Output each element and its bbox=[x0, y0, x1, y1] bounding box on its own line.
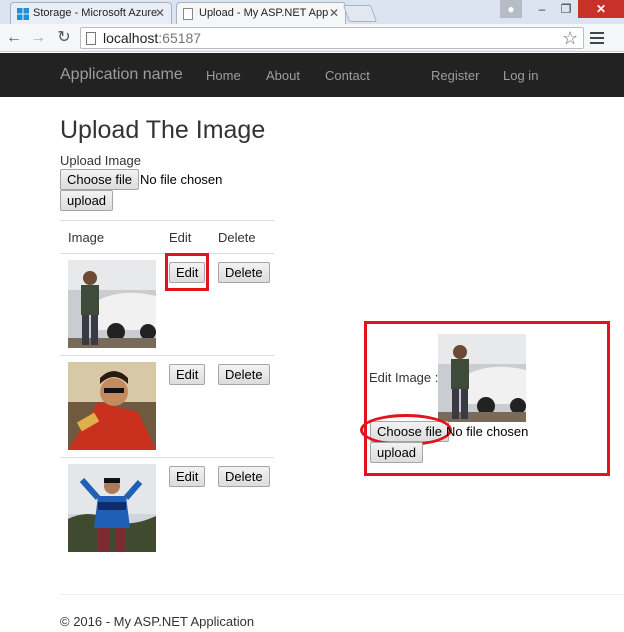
page-title: Upload The Image bbox=[60, 116, 266, 144]
no-file-chosen-text: No file chosen bbox=[140, 172, 223, 187]
edit-button-row-3[interactable]: Edit bbox=[169, 466, 206, 487]
minimize-button[interactable]: – bbox=[530, 0, 554, 18]
tab-close-icon[interactable]: ✕ bbox=[155, 6, 165, 20]
edit-panel-image bbox=[438, 334, 526, 422]
upload-button[interactable]: upload bbox=[60, 190, 114, 211]
table-row-divider bbox=[60, 355, 274, 356]
edit-no-file-chosen-text: No file chosen bbox=[446, 424, 529, 439]
nav-link-about[interactable]: About bbox=[266, 68, 300, 83]
bookmark-star-icon[interactable]: ☆ bbox=[562, 27, 578, 49]
table-row-2-image bbox=[68, 362, 156, 450]
photo-man-blue-jacket bbox=[68, 464, 156, 552]
windows-logo-icon bbox=[17, 8, 29, 20]
tab-upload[interactable]: Upload - My ASP.NET App ✕ bbox=[176, 2, 346, 24]
user-profile-icon[interactable]: ● bbox=[500, 0, 522, 18]
footer-divider bbox=[60, 594, 624, 595]
table-row-divider bbox=[60, 457, 274, 458]
photo-man-with-car bbox=[68, 260, 156, 348]
choose-file-button[interactable]: Choose file bbox=[60, 169, 140, 190]
nav-link-home[interactable]: Home bbox=[206, 68, 241, 83]
nav-link-register[interactable]: Register bbox=[431, 68, 479, 83]
navbar-brand[interactable]: Application name bbox=[60, 66, 183, 84]
maximize-button[interactable]: ❐ bbox=[554, 0, 578, 18]
photo-man-with-car bbox=[438, 334, 526, 422]
reload-icon[interactable]: ↻ bbox=[54, 28, 74, 48]
tab-title: Storage - Microsoft Azure bbox=[33, 7, 158, 19]
new-tab-button[interactable] bbox=[342, 5, 378, 22]
table-row-1-image bbox=[68, 260, 156, 348]
column-header-image: Image bbox=[68, 230, 105, 245]
address-port: :65187 bbox=[158, 30, 202, 46]
table-top-border bbox=[60, 220, 274, 221]
edit-upload-button[interactable]: upload bbox=[370, 442, 424, 463]
address-bar[interactable]: localhost:65187 bbox=[80, 27, 584, 49]
column-header-edit: Edit bbox=[169, 230, 192, 245]
column-header-delete: Delete bbox=[218, 230, 256, 245]
address-host: localhost bbox=[103, 30, 159, 46]
close-window-button[interactable]: ✕ bbox=[578, 0, 624, 18]
delete-button-row-3[interactable]: Delete bbox=[218, 466, 270, 487]
delete-button-row-1[interactable]: Delete bbox=[218, 262, 270, 283]
delete-button-row-2[interactable]: Delete bbox=[218, 364, 270, 385]
browser-tabstrip: Storage - Microsoft Azure ✕ Upload - My … bbox=[0, 0, 624, 24]
photo-man-selfie bbox=[68, 362, 156, 450]
tab-title: Upload - My ASP.NET App bbox=[199, 7, 329, 19]
edit-image-label: Edit Image : bbox=[369, 370, 439, 385]
tab-azure-storage[interactable]: Storage - Microsoft Azure ✕ bbox=[10, 2, 172, 24]
table-row-3-image bbox=[68, 464, 156, 552]
nav-link-login[interactable]: Log in bbox=[503, 68, 538, 83]
nav-link-contact[interactable]: Contact bbox=[325, 68, 370, 83]
footer-text: © 2016 - My ASP.NET Application bbox=[60, 614, 255, 629]
forward-arrow-icon[interactable]: → bbox=[28, 28, 48, 48]
back-arrow-icon[interactable]: ← bbox=[4, 28, 24, 48]
page-icon bbox=[183, 8, 193, 20]
page-info-icon[interactable] bbox=[86, 32, 96, 45]
highlight-edit-annotation bbox=[165, 253, 209, 291]
site-navbar: Application name Home About Contact Regi… bbox=[0, 53, 624, 97]
edit-button-row-2[interactable]: Edit bbox=[169, 364, 206, 385]
menu-icon[interactable] bbox=[590, 30, 604, 46]
upload-image-label: Upload Image bbox=[60, 153, 141, 168]
browser-toolbar: ← → ↻ localhost:65187 ☆ bbox=[0, 24, 624, 52]
tab-close-icon[interactable]: ✕ bbox=[329, 6, 339, 20]
